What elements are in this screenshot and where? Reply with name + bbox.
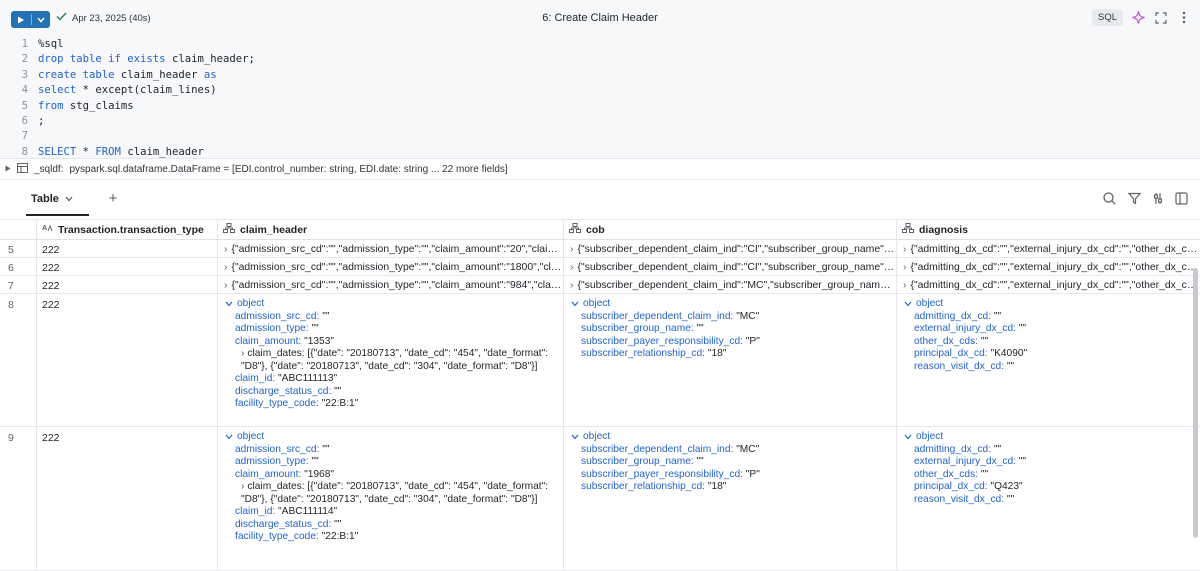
- code-line: 2 drop table if exists claim_header;: [21, 53, 255, 66]
- chevron-down-icon[interactable]: [65, 193, 73, 205]
- dataframe-summary[interactable]: _sqldf: pyspark.sql.dataframe.DataFrame …: [0, 158, 1200, 180]
- object-toggle[interactable]: object: [571, 431, 896, 444]
- column-header-cob[interactable]: cob: [564, 220, 897, 240]
- column-header-claim-header[interactable]: claim_header: [218, 220, 564, 240]
- vertical-scrollbar[interactable]: [1193, 268, 1198, 538]
- object-type-icon: [223, 223, 235, 236]
- json-cell-collapsed[interactable]: › {"admission_src_cd":"","admission_type"…: [218, 240, 564, 258]
- column-settings-icon[interactable]: [1153, 192, 1163, 208]
- row-number: 6: [0, 258, 37, 276]
- chevron-down-icon: [225, 301, 233, 307]
- json-cell-expanded[interactable]: object admission_src_cd: "" admission_ty…: [218, 427, 564, 571]
- table-icon: [17, 162, 28, 176]
- object-toggle[interactable]: object: [904, 298, 1200, 311]
- tab-table[interactable]: Table: [31, 193, 73, 205]
- code-line: 1 %sql: [21, 38, 64, 50]
- json-cell-expanded[interactable]: object admitting_dx_cd: "" external_inju…: [897, 427, 1200, 571]
- code-editor[interactable]: 1 %sql 2 drop table if exists claim_header…: [0, 36, 1200, 158]
- cell-title[interactable]: 6: Create Claim Header: [542, 12, 658, 24]
- chevron-down-icon: [225, 434, 233, 440]
- run-cell-button[interactable]: [11, 11, 50, 28]
- run-timestamp: Apr 23, 2025 (40s): [72, 12, 151, 24]
- json-cell-collapsed[interactable]: › {"subscriber_dependent_claim_ind":"CI",…: [564, 258, 897, 276]
- run-status: Apr 23, 2025 (40s): [56, 12, 151, 24]
- json-cell-collapsed[interactable]: › {"subscriber_dependent_claim_ind":"CI",…: [564, 240, 897, 258]
- active-tab-indicator: [26, 214, 89, 216]
- json-cell-collapsed[interactable]: › {"admitting_dx_cd":"","external_injury_…: [897, 258, 1200, 276]
- claim-dates-toggle[interactable]: › claim_dates: [{"date": "20180713", "dat…: [225, 481, 563, 506]
- chevron-down-icon: [904, 434, 912, 440]
- column-header-transaction-type[interactable]: A Transaction.transaction_type: [37, 220, 218, 240]
- object-toggle[interactable]: object: [904, 431, 1200, 444]
- table-cell[interactable]: 222: [37, 276, 218, 294]
- search-icon[interactable]: [1103, 192, 1116, 208]
- chevron-down-icon: [571, 301, 579, 307]
- play-icon[interactable]: [11, 11, 31, 28]
- language-badge[interactable]: SQL: [1091, 9, 1123, 26]
- object-toggle[interactable]: object: [571, 298, 896, 311]
- json-cell-collapsed[interactable]: › {"admitting_dx_cd":"","external_injury_…: [897, 276, 1200, 294]
- results-table[interactable]: A Transaction.transaction_type claim_hea…: [0, 220, 1200, 571]
- row-number: 8: [0, 294, 37, 427]
- assistant-sparkle-icon[interactable]: [1130, 10, 1146, 26]
- json-cell-collapsed[interactable]: › {"subscriber_dependent_claim_ind":"MC",…: [564, 276, 897, 294]
- cell-header: Apr 23, 2025 (40s) 6: Create Claim Heade…: [0, 0, 1200, 36]
- results-toolbar: Table +: [0, 180, 1200, 220]
- object-toggle[interactable]: object: [225, 298, 563, 311]
- run-options-chevron-icon[interactable]: [32, 11, 50, 28]
- row-number: 9: [0, 427, 37, 571]
- object-type-icon: [569, 223, 581, 236]
- dataframe-type: pyspark.sql.dataframe.DataFrame = [EDI.c…: [69, 163, 508, 175]
- expand-triangle-icon[interactable]: [5, 164, 11, 175]
- add-tab-button[interactable]: +: [104, 189, 122, 207]
- json-cell-expanded[interactable]: object subscriber_dependent_claim_ind: "…: [564, 294, 897, 427]
- table-cell[interactable]: 222: [37, 294, 218, 427]
- row-number: 5: [0, 240, 37, 258]
- json-cell-expanded[interactable]: object subscriber_dependent_claim_ind: "…: [564, 427, 897, 571]
- table-cell[interactable]: 222: [37, 427, 218, 571]
- json-cell-expanded[interactable]: object admission_src_cd: "" admission_ty…: [218, 294, 564, 427]
- json-cell-collapsed[interactable]: › {"admitting_dx_cd":"","external_injury_…: [897, 240, 1200, 258]
- row-number: 7: [0, 276, 37, 294]
- struct-type-icon: A: [42, 223, 53, 236]
- code-line: 7: [21, 130, 28, 143]
- tab-table-label: Table: [31, 193, 59, 205]
- column-header-diagnosis[interactable]: diagnosis: [897, 220, 1200, 240]
- json-cell-expanded[interactable]: object admitting_dx_cd: "" external_inju…: [897, 294, 1200, 427]
- chevron-down-icon: [904, 301, 912, 307]
- svg-text:A: A: [42, 225, 47, 232]
- more-options-icon[interactable]: [1176, 10, 1192, 26]
- json-cell-collapsed[interactable]: › {"admission_src_cd":"","admission_type"…: [218, 276, 564, 294]
- code-line: 5 from stg_claims: [21, 99, 134, 112]
- object-type-icon: [902, 223, 914, 236]
- dataframe-name: _sqldf:: [34, 163, 64, 175]
- table-cell[interactable]: 222: [37, 258, 218, 276]
- chevron-down-icon: [571, 434, 579, 440]
- code-line: 6;: [21, 114, 45, 127]
- check-icon: [56, 12, 67, 24]
- row-number-header: [0, 220, 37, 240]
- json-cell-collapsed[interactable]: › {"admission_src_cd":"","admission_type"…: [218, 258, 564, 276]
- table-cell[interactable]: 222: [37, 240, 218, 258]
- claim-dates-toggle[interactable]: › claim_dates: [{"date": "20180713", "dat…: [225, 348, 563, 373]
- object-toggle[interactable]: object: [225, 431, 563, 444]
- code-line: 4 select * except(claim_lines): [21, 84, 217, 97]
- filter-icon[interactable]: [1127, 192, 1142, 208]
- code-line: 3 create table claim_header as: [21, 68, 217, 81]
- sidebar-panel-icon[interactable]: [1175, 192, 1188, 208]
- fullscreen-icon[interactable]: [1153, 10, 1169, 26]
